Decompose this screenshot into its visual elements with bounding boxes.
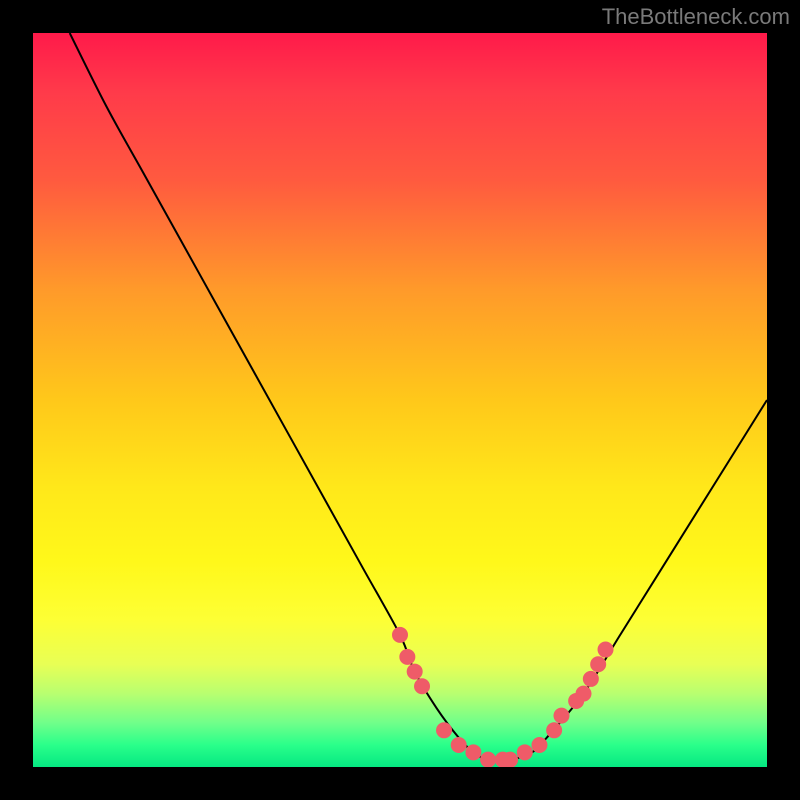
watermark-text: TheBottleneck.com	[602, 4, 790, 30]
plot-gradient-background	[33, 33, 767, 767]
chart-container: TheBottleneck.com	[0, 0, 800, 800]
